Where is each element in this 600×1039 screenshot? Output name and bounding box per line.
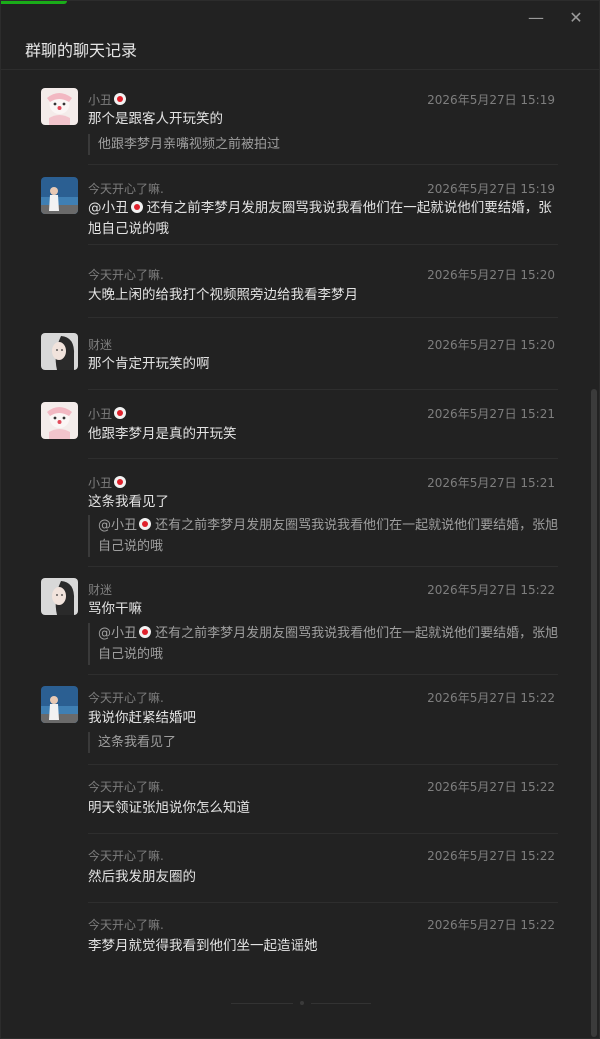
beach-avatar[interactable] — [41, 686, 78, 723]
title-bar: 群聊的聊天记录 — ✕ — [1, 1, 599, 69]
footer-divider-left — [231, 1003, 293, 1004]
quoted-message: 这条我看见了 — [88, 732, 560, 753]
scrollbar-thumb[interactable] — [591, 389, 597, 1037]
message-text: 我说你赶紧结婚吧 — [88, 710, 196, 726]
message-time: 2026年5月27日 15:20 — [427, 338, 555, 352]
chat-history-window: 群聊的聊天记录 — ✕ 小丑 2026年5月27日 15:19 那个是跟客人开玩… — [0, 0, 600, 1039]
message-separator — [88, 244, 558, 245]
clown-emoji-icon — [139, 518, 152, 530]
message-time: 2026年5月27日 15:19 — [427, 93, 555, 107]
sender-name: 小丑 — [88, 405, 127, 422]
message-text: 那个肯定开玩笑的啊 — [88, 356, 210, 372]
window-title: 群聊的聊天记录 — [25, 41, 138, 60]
message-text: 骂你干嘛 — [88, 601, 142, 617]
message-separator — [88, 317, 558, 318]
close-button[interactable]: ✕ — [567, 9, 585, 27]
message-text: 李梦月就觉得我看到他们坐一起造谣她 — [88, 938, 318, 954]
message-separator — [88, 674, 558, 675]
clown-emoji-icon — [114, 476, 127, 488]
girl-avatar[interactable] — [41, 578, 78, 615]
sender-name: 财迷 — [88, 583, 113, 597]
quoted-message: @小丑 还有之前李梦月发朋友圈骂我说我看他们在一起就说他们要结婚，张旭自己说的哦 — [88, 623, 560, 665]
message-time: 2026年5月27日 15:21 — [427, 407, 555, 421]
message-separator — [88, 164, 558, 165]
minimize-button[interactable]: — — [527, 9, 545, 27]
clown-emoji-icon — [114, 407, 127, 419]
message-separator — [88, 764, 558, 765]
girl-avatar[interactable] — [41, 333, 78, 370]
sender-name: 今天开心了嘛. — [88, 849, 164, 863]
message-text: 他跟李梦月是真的开玩笑 — [88, 426, 237, 442]
sender-name: 小丑 — [88, 474, 127, 491]
clown-avatar[interactable] — [41, 88, 78, 125]
message-separator — [88, 389, 558, 390]
message-time: 2026年5月27日 15:19 — [427, 182, 555, 196]
sender-name: 小丑 — [88, 91, 127, 108]
clown-emoji-icon — [139, 626, 152, 638]
mention[interactable]: @小丑 — [98, 626, 137, 641]
clown-avatar[interactable] — [41, 402, 78, 439]
sender-name: 今天开心了嘛. — [88, 780, 164, 794]
message-separator — [88, 458, 558, 459]
message-separator — [88, 566, 558, 567]
sender-name: 今天开心了嘛. — [88, 182, 164, 196]
message-time: 2026年5月27日 15:22 — [427, 849, 555, 863]
message-time: 2026年5月27日 15:22 — [427, 780, 555, 794]
message-separator — [88, 833, 558, 834]
footer-dot — [300, 1001, 304, 1005]
sender-name: 今天开心了嘛. — [88, 691, 164, 705]
message-time: 2026年5月27日 15:22 — [427, 691, 555, 705]
message-text: 明天领证张旭说你怎么知道 — [88, 800, 250, 816]
quoted-message: 他跟李梦月亲嘴视频之前被拍过 — [88, 134, 560, 155]
sender-name: 今天开心了嘛. — [88, 918, 164, 932]
message-time: 2026年5月27日 15:22 — [427, 918, 555, 932]
mention[interactable]: @小丑 — [98, 518, 137, 533]
message-time: 2026年5月27日 15:21 — [427, 476, 555, 490]
footer-divider-right — [311, 1003, 371, 1004]
message-text: 然后我发朋友圈的 — [88, 869, 196, 885]
message-text: 大晚上闲的给我打个视频照旁边给我看李梦月 — [88, 287, 358, 303]
quoted-message: @小丑 还有之前李梦月发朋友圈骂我说我看他们在一起就说他们要结婚，张旭自己说的哦 — [88, 515, 560, 557]
clown-emoji-icon — [130, 201, 143, 213]
message-text: @小丑 还有之前李梦月发朋友圈骂我说我看他们在一起就说他们要结婚，张旭自己说的哦 — [88, 200, 552, 237]
beach-avatar[interactable] — [41, 177, 78, 214]
message-time: 2026年5月27日 15:20 — [427, 268, 555, 282]
sender-name: 财迷 — [88, 338, 113, 352]
mention[interactable]: @小丑 — [88, 200, 129, 216]
message-text: 那个是跟客人开玩笑的 — [88, 111, 223, 127]
message-text: 这条我看见了 — [88, 494, 169, 510]
clown-emoji-icon — [114, 93, 127, 105]
message-list[interactable]: 小丑 2026年5月27日 15:19 那个是跟客人开玩笑的 他跟李梦月亲嘴视频… — [1, 70, 599, 1038]
message-time: 2026年5月27日 15:22 — [427, 583, 555, 597]
sender-name: 今天开心了嘛. — [88, 268, 164, 282]
message-separator — [88, 902, 558, 903]
